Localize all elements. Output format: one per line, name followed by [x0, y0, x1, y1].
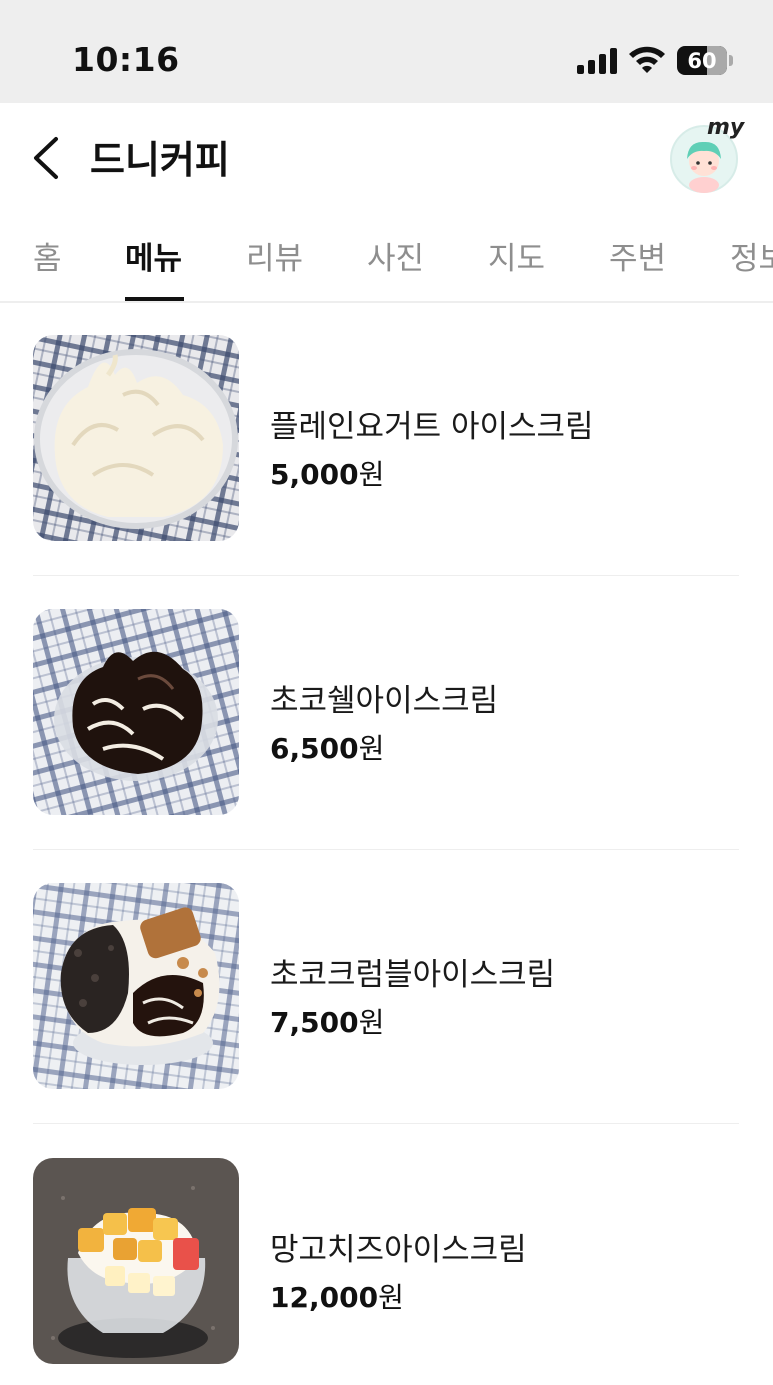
tab-nearby[interactable]: 주변 — [609, 233, 666, 278]
header: 드니커피 — [0, 103, 773, 203]
divider — [33, 575, 739, 576]
my-label: my — [707, 115, 745, 140]
page-title: 드니커피 — [90, 138, 230, 182]
menu-item-name: 초코쉘아이스크림 — [270, 683, 499, 719]
menu-item-name: 플레인요거트 아이스크림 — [270, 409, 594, 445]
menu-item-price: 12,000원 — [270, 1281, 404, 1314]
status-time: 10:16 — [72, 40, 180, 79]
back-button[interactable] — [28, 133, 68, 183]
menu-item-photo — [33, 609, 239, 815]
menu-item-price: 7,500원 — [270, 1006, 385, 1039]
tab-map[interactable]: 지도 — [488, 233, 545, 278]
status-bar: 10:16 60 — [0, 0, 773, 103]
menu-item[interactable]: 망고치즈아이스크림 12,000원 — [33, 1158, 739, 1364]
wifi-icon — [629, 46, 665, 73]
menu-item[interactable]: 플레인요거트 아이스크림 5,000원 — [33, 335, 739, 541]
menu-item-name: 초코크럼블아이스크림 — [270, 957, 556, 993]
menu-item-photo — [33, 1158, 239, 1364]
menu-item[interactable]: 초코크럼블아이스크림 7,500원 — [33, 883, 739, 1089]
tab-info[interactable]: 정보 — [730, 233, 773, 278]
divider — [33, 1123, 739, 1124]
battery-percent: 60 — [687, 48, 717, 73]
menu-item-photo — [33, 335, 239, 541]
battery-icon: 60 — [677, 46, 727, 75]
menu-item[interactable]: 초코쉘아이스크림 6,500원 — [33, 609, 739, 815]
tab-bar: 홈 메뉴 리뷰 사진 지도 주변 정보 — [0, 205, 773, 303]
tab-photos[interactable]: 사진 — [367, 233, 424, 278]
menu-item-name: 망고치즈아이스크림 — [270, 1232, 527, 1268]
battery-cap — [729, 55, 733, 66]
menu-item-photo — [33, 883, 239, 1089]
tab-home[interactable]: 홈 — [33, 233, 62, 278]
tab-reviews[interactable]: 리뷰 — [246, 233, 303, 278]
cellular-signal-icon — [577, 48, 619, 74]
menu-item-price: 5,000원 — [270, 458, 385, 491]
active-tab-indicator — [125, 297, 184, 301]
tab-menu[interactable]: 메뉴 — [125, 233, 182, 278]
menu-item-price: 6,500원 — [270, 732, 385, 765]
divider — [33, 849, 739, 850]
